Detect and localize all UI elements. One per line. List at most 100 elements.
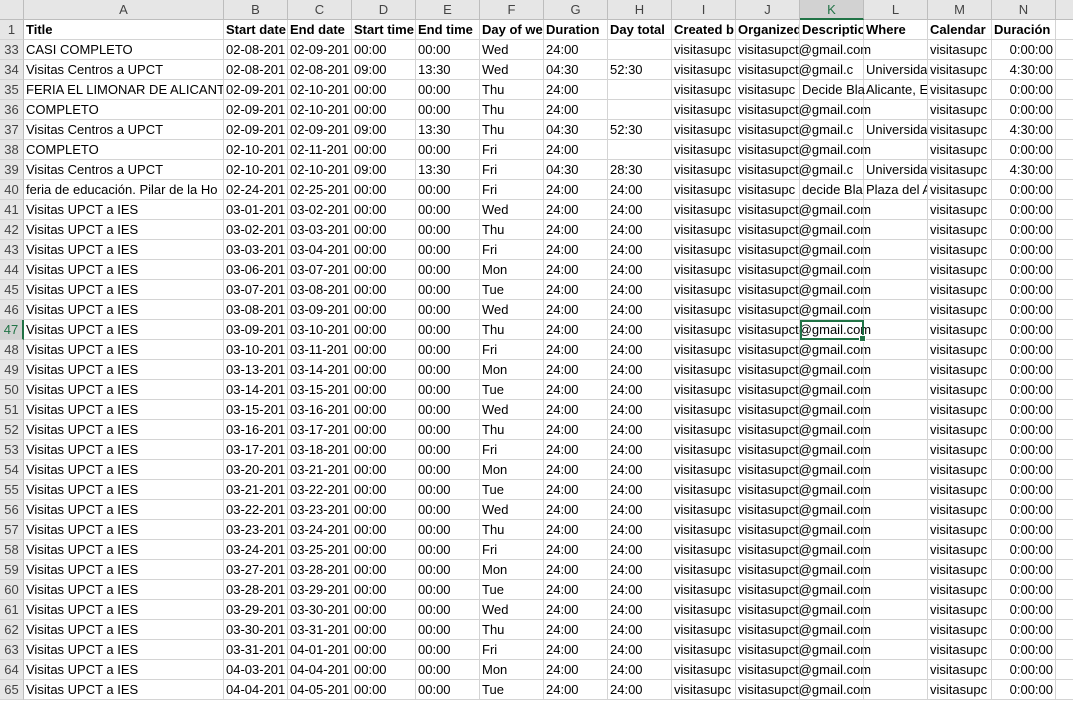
- cell-j[interactable]: visitasupct@gmail.com: [736, 580, 871, 600]
- row-header[interactable]: 38: [0, 140, 24, 160]
- cell-o[interactable]: [1056, 340, 1073, 360]
- cell-f[interactable]: Fri: [480, 180, 544, 200]
- cell-i[interactable]: visitasupc: [672, 620, 736, 640]
- cell-g[interactable]: 24:00: [544, 260, 608, 280]
- cell-b[interactable]: 02-09-201: [224, 120, 288, 140]
- cell-g[interactable]: 24:00: [544, 300, 608, 320]
- cell-m[interactable]: visitasupc: [928, 440, 992, 460]
- cell-m[interactable]: visitasupc: [928, 680, 992, 700]
- cell-n[interactable]: 0:00:00: [992, 540, 1056, 560]
- cell-d[interactable]: 00:00: [352, 680, 416, 700]
- cell-g[interactable]: 24:00: [544, 660, 608, 680]
- cell-a[interactable]: Visitas UPCT a IES: [24, 680, 224, 700]
- cell-m[interactable]: visitasupc: [928, 460, 992, 480]
- cell-a[interactable]: Visitas UPCT a IES: [24, 240, 224, 260]
- cell-b[interactable]: 02-10-201: [224, 160, 288, 180]
- cell-b[interactable]: 03-15-201: [224, 400, 288, 420]
- cell-c[interactable]: 03-14-201: [288, 360, 352, 380]
- cell-j[interactable]: visitasupct@gmail.c: [736, 60, 853, 80]
- cell-o[interactable]: [1056, 500, 1073, 520]
- cell-f[interactable]: Thu: [480, 620, 544, 640]
- cell-i[interactable]: visitasupc: [672, 640, 736, 660]
- cell-n[interactable]: 0:00:00: [992, 440, 1056, 460]
- cell-e[interactable]: 00:00: [416, 540, 480, 560]
- cell-b[interactable]: 03-10-201: [224, 340, 288, 360]
- cell-c[interactable]: 04-04-201: [288, 660, 352, 680]
- cell-m[interactable]: visitasupc: [928, 160, 992, 180]
- cell-b[interactable]: 03-16-201: [224, 420, 288, 440]
- cell-l[interactable]: [864, 460, 928, 480]
- cell-h[interactable]: 24:00: [608, 620, 672, 640]
- cell-h[interactable]: 24:00: [608, 240, 672, 260]
- cell-h[interactable]: 24:00: [608, 480, 672, 500]
- cell-h[interactable]: [608, 80, 672, 100]
- cell-g[interactable]: 24:00: [544, 560, 608, 580]
- cell-i[interactable]: visitasupc: [672, 180, 736, 200]
- cell-d[interactable]: 00:00: [352, 220, 416, 240]
- cell-a[interactable]: Visitas Centros a UPCT: [24, 160, 224, 180]
- cell-f[interactable]: Thu: [480, 420, 544, 440]
- cell-c[interactable]: 03-21-201: [288, 460, 352, 480]
- row-header[interactable]: 65: [0, 680, 24, 700]
- cell-a[interactable]: Visitas Centros a UPCT: [24, 120, 224, 140]
- cell-b[interactable]: 02-24-201: [224, 180, 288, 200]
- cell-a[interactable]: Visitas UPCT a IES: [24, 540, 224, 560]
- cell-m[interactable]: visitasupc: [928, 520, 992, 540]
- cell-a[interactable]: Visitas UPCT a IES: [24, 340, 224, 360]
- cell-d[interactable]: 00:00: [352, 80, 416, 100]
- cell-j[interactable]: visitasupct@gmail.com: [736, 40, 871, 60]
- cell-c[interactable]: 02-10-201: [288, 100, 352, 120]
- cell-c[interactable]: 03-07-201: [288, 260, 352, 280]
- cell-k[interactable]: [800, 520, 864, 540]
- cell-g[interactable]: 24:00: [544, 220, 608, 240]
- cell-g[interactable]: 24:00: [544, 320, 608, 340]
- cell-o[interactable]: [1056, 220, 1073, 240]
- cell-m[interactable]: visitasupc: [928, 180, 992, 200]
- cell-n[interactable]: 0:00:00: [992, 400, 1056, 420]
- cell-f[interactable]: Fri: [480, 540, 544, 560]
- column-header-j[interactable]: J: [736, 0, 800, 20]
- cell-c[interactable]: 04-01-201: [288, 640, 352, 660]
- cell-i[interactable]: visitasupc: [672, 40, 736, 60]
- cell-j[interactable]: visitasupct@gmail.c: [736, 160, 853, 180]
- cell-o[interactable]: [1056, 560, 1073, 580]
- cell-k[interactable]: [800, 420, 864, 440]
- cell-b[interactable]: 02-10-201: [224, 140, 288, 160]
- cell-l[interactable]: [864, 400, 928, 420]
- cell-c[interactable]: 04-05-201: [288, 680, 352, 700]
- cell-m[interactable]: visitasupc: [928, 340, 992, 360]
- cell-i[interactable]: visitasupc: [672, 540, 736, 560]
- cell-b[interactable]: 03-13-201: [224, 360, 288, 380]
- cell-f[interactable]: Wed: [480, 40, 544, 60]
- cell-a[interactable]: FERIA EL LIMONAR DE ALICANTE: [24, 80, 224, 100]
- cell-i[interactable]: visitasupc: [672, 480, 736, 500]
- cell-n[interactable]: 0:00:00: [992, 600, 1056, 620]
- cell-n[interactable]: 0:00:00: [992, 80, 1056, 100]
- cell-j[interactable]: visitasupct@gmail.com: [736, 240, 871, 260]
- cell-j[interactable]: visitasupct@gmail.com: [736, 340, 871, 360]
- cell-h[interactable]: 52:30: [608, 60, 672, 80]
- cell-k[interactable]: [800, 200, 864, 220]
- cell-j[interactable]: visitasupct@gmail.com: [736, 320, 871, 340]
- cell-a[interactable]: Visitas UPCT a IES: [24, 420, 224, 440]
- cell-o[interactable]: [1056, 600, 1073, 620]
- cell-g[interactable]: 24:00: [544, 80, 608, 100]
- cell-c[interactable]: 03-23-201: [288, 500, 352, 520]
- cell-i[interactable]: visitasupc: [672, 580, 736, 600]
- cell-o[interactable]: [1056, 320, 1073, 340]
- cell-e[interactable]: 00:00: [416, 380, 480, 400]
- cell-k[interactable]: [800, 540, 864, 560]
- cell-d[interactable]: 09:00: [352, 60, 416, 80]
- cell-o[interactable]: [1056, 360, 1073, 380]
- cell-k[interactable]: [800, 460, 864, 480]
- row-header[interactable]: 37: [0, 120, 24, 140]
- cell-d[interactable]: 00:00: [352, 280, 416, 300]
- row-header[interactable]: 44: [0, 260, 24, 280]
- cell-j[interactable]: visitasupct@gmail.com: [736, 420, 871, 440]
- cell-f[interactable]: Wed: [480, 60, 544, 80]
- cell-e[interactable]: 00:00: [416, 600, 480, 620]
- cell-d[interactable]: 00:00: [352, 340, 416, 360]
- cell-b[interactable]: 02-08-201: [224, 60, 288, 80]
- cell-j[interactable]: visitasupct@gmail.com: [736, 100, 871, 120]
- cell-i[interactable]: visitasupc: [672, 200, 736, 220]
